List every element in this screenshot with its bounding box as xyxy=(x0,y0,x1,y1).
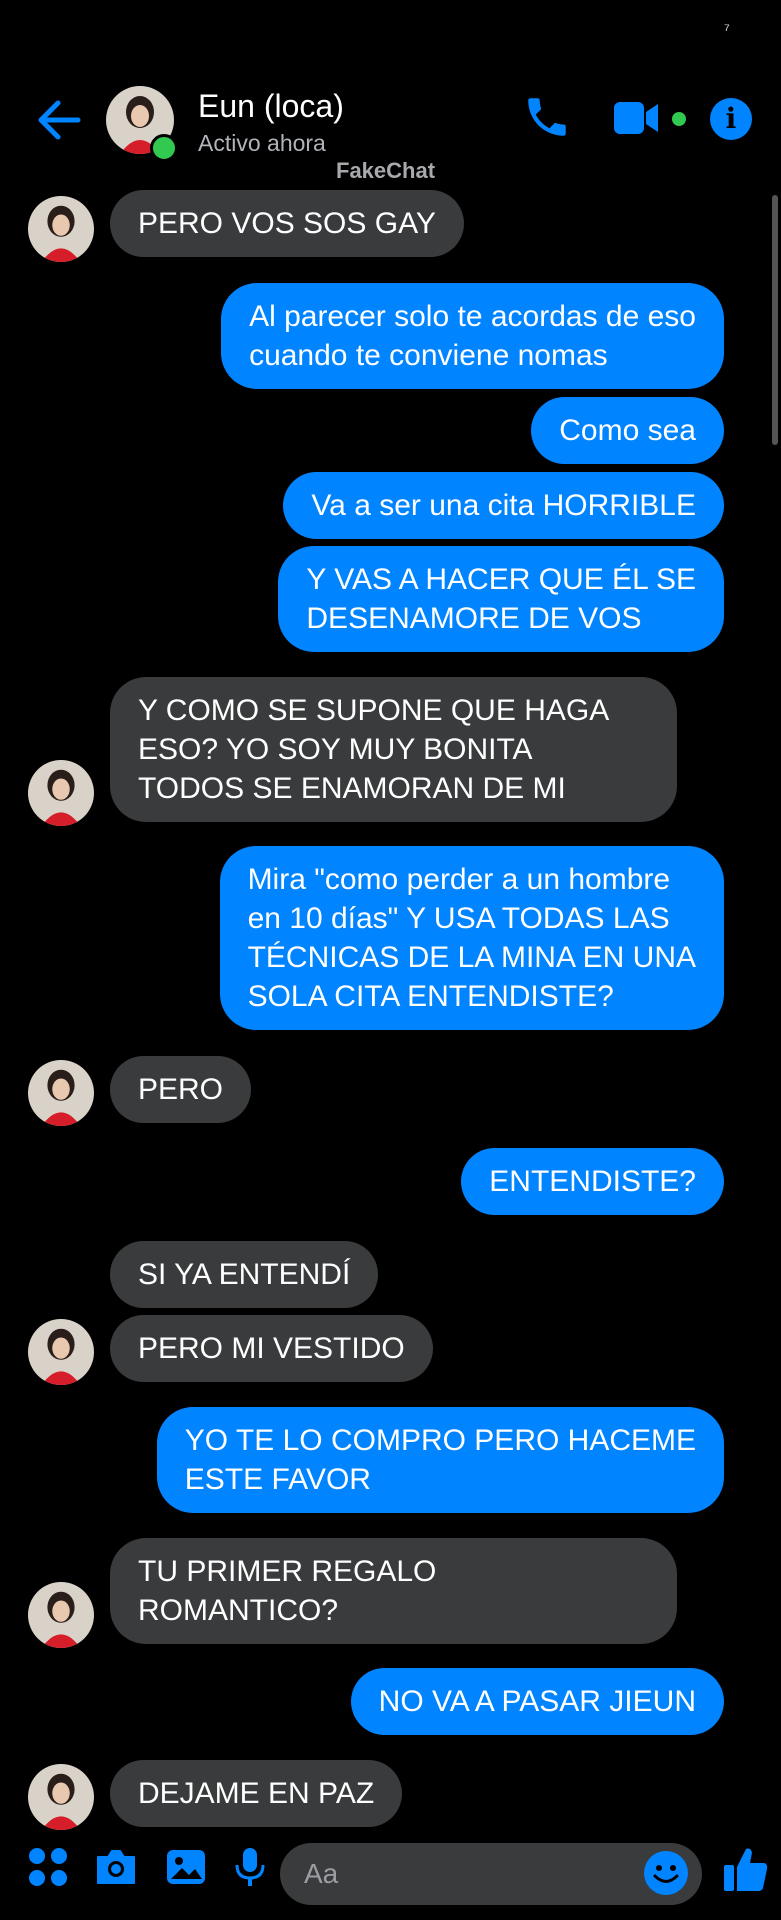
video-camera-icon[interactable] xyxy=(612,98,670,138)
apps-grid-icon[interactable] xyxy=(26,1845,70,1889)
message-incoming[interactable]: SI YA ENTENDÍ xyxy=(110,1241,379,1308)
emoji-icon[interactable] xyxy=(642,1849,690,1897)
message-outgoing[interactable]: Al parecer solo te acordas de eso cuando… xyxy=(221,283,724,389)
online-indicator xyxy=(150,134,178,162)
status-bar-glyph: ⁷ xyxy=(724,22,730,39)
back-arrow-icon[interactable] xyxy=(34,98,84,142)
contact-status: Activo ahora xyxy=(198,130,326,156)
microphone-icon[interactable] xyxy=(228,1845,272,1889)
message-incoming[interactable]: PERO VOS SOS GAY xyxy=(110,190,464,257)
thumbs-up-icon[interactable] xyxy=(722,1845,770,1895)
message-outgoing[interactable]: NO VA A PASAR JIEUN xyxy=(350,1668,724,1735)
contact-avatar-small[interactable] xyxy=(28,1582,94,1648)
contact-avatar-small[interactable] xyxy=(28,1060,94,1126)
contact-avatar-small[interactable] xyxy=(28,1764,94,1830)
message-incoming[interactable]: TU PRIMER REGALO ROMANTICO? xyxy=(110,1538,677,1644)
message-outgoing[interactable]: Mira "como perder a un hombre en 10 días… xyxy=(219,846,724,1030)
message-incoming[interactable]: PERO xyxy=(110,1056,252,1123)
contact-avatar-small[interactable] xyxy=(28,760,94,826)
message-incoming[interactable]: PERO MI VESTIDO xyxy=(110,1315,433,1382)
message-composer xyxy=(0,1835,781,1915)
contact-avatar-small[interactable] xyxy=(28,1319,94,1385)
message-outgoing[interactable]: ENTENDISTE? xyxy=(461,1148,724,1215)
message-outgoing[interactable]: Y VAS A HACER QUE ÉL SE DESENAMORE DE VO… xyxy=(278,546,724,652)
camera-icon[interactable] xyxy=(94,1845,138,1889)
contact-avatar-small[interactable] xyxy=(28,196,94,262)
message-outgoing[interactable]: Va a ser una cita HORRIBLE xyxy=(283,472,724,539)
message-incoming[interactable]: Y COMO SE SUPONE QUE HAGA ESO? YO SOY MU… xyxy=(110,677,677,822)
info-icon[interactable]: i xyxy=(710,98,752,140)
phone-icon[interactable] xyxy=(522,92,572,142)
message-outgoing[interactable]: YO TE LO COMPRO PERO HACEME ESTE FAVOR xyxy=(156,1407,724,1513)
message-input[interactable] xyxy=(280,1843,702,1905)
chat-header: Eun (loca) Activo ahora FakeChat i xyxy=(0,78,781,188)
message-outgoing[interactable]: Como sea xyxy=(531,397,724,464)
message-incoming[interactable]: DEJAME EN PAZ xyxy=(110,1760,403,1827)
watermark: FakeChat xyxy=(336,158,436,183)
contact-name[interactable]: Eun (loca) xyxy=(198,88,344,125)
video-active-indicator xyxy=(672,112,686,126)
scrollbar[interactable] xyxy=(772,195,778,445)
gallery-icon[interactable] xyxy=(164,1845,208,1889)
